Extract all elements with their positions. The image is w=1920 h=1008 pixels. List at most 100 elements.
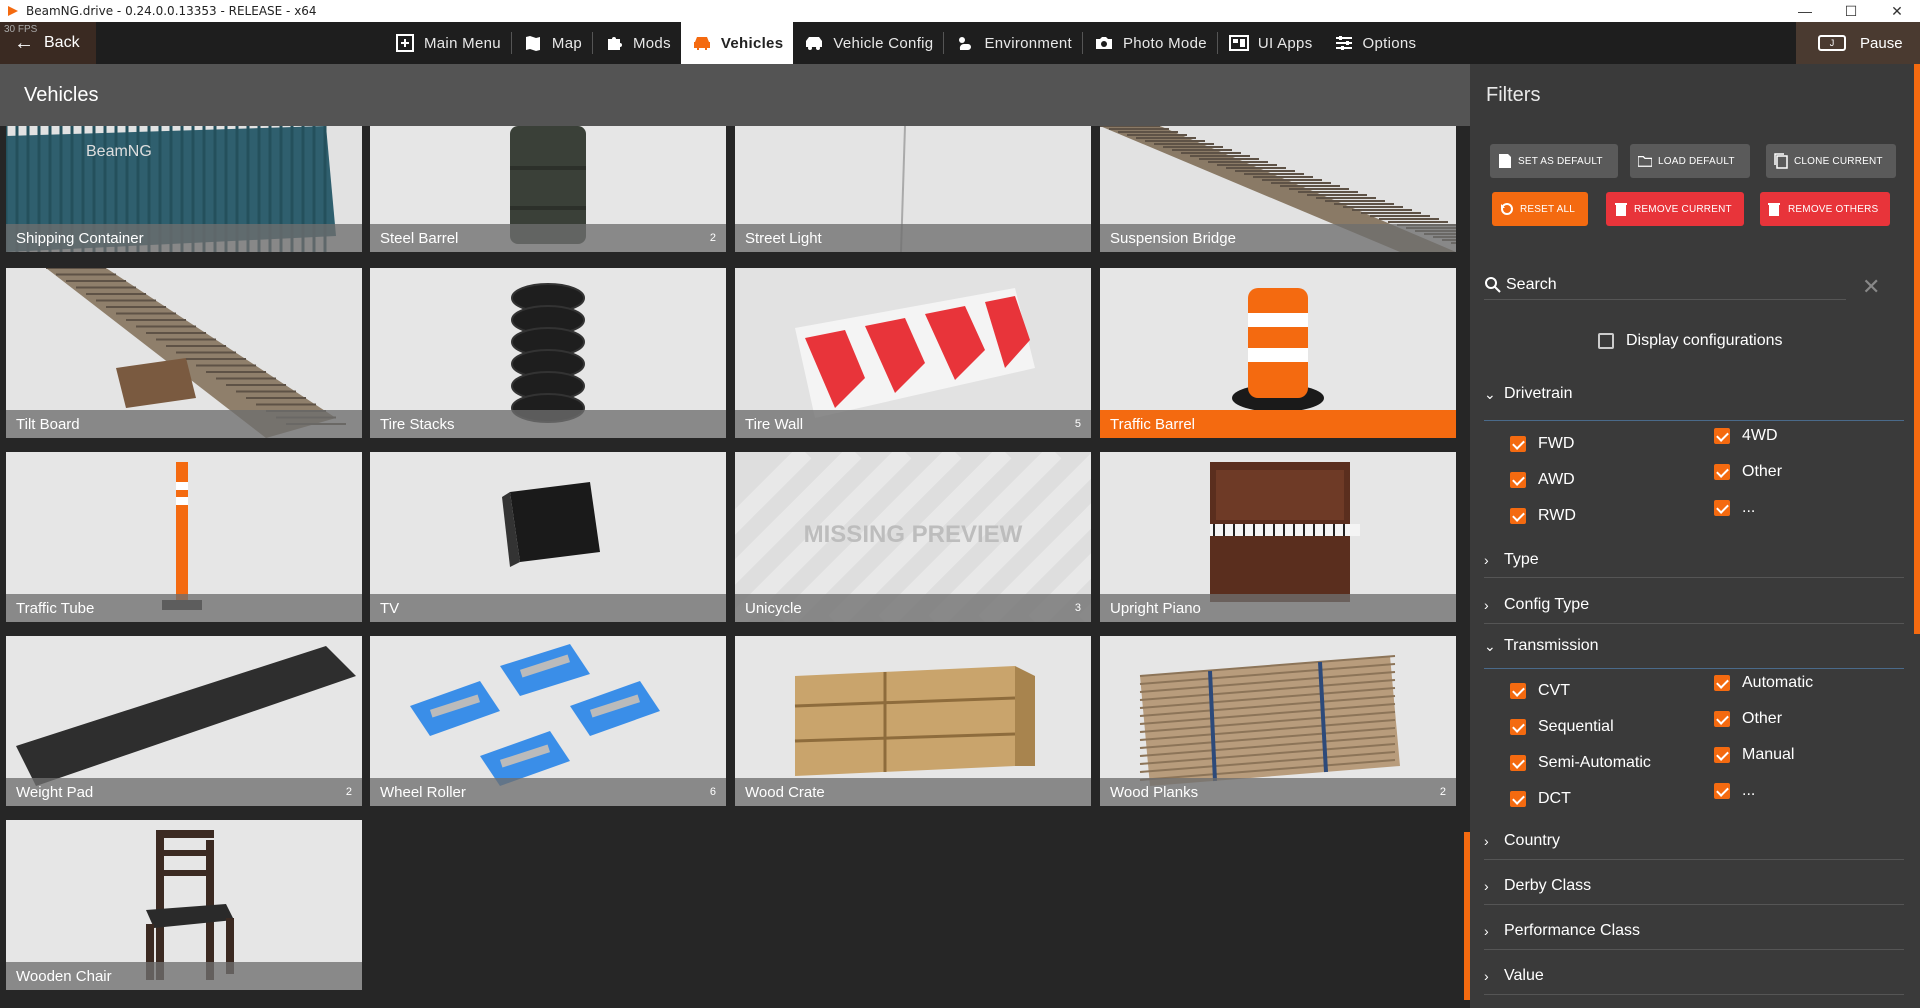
pause-button[interactable]: J Pause [1796,22,1920,64]
vehicle-tile[interactable]: BeamNG Shipping Container [6,126,362,252]
vehicle-tile[interactable]: Tire Stacks [370,268,726,438]
filter-cvt[interactable]: CVT [1510,682,1570,700]
section-divider [1484,668,1904,669]
checkbox[interactable] [1510,436,1526,452]
filter-drivetrain-other[interactable]: Other [1714,463,1782,481]
checkbox[interactable] [1714,711,1730,727]
section-type[interactable]: › Type [1484,542,1904,578]
filter-automatic[interactable]: Automatic [1714,674,1813,692]
chevron-down-icon: ⌄ [1484,385,1496,402]
vehicle-tile[interactable]: Traffic Barrel [1100,268,1456,438]
section-drivetrain[interactable]: ⌄ Drivetrain [1484,382,1904,406]
clone-current-button[interactable]: CLONE CURRENT [1766,144,1896,178]
clear-search-icon[interactable]: ✕ [1862,274,1880,300]
ui-apps-icon [1228,34,1250,52]
nav-map[interactable]: Map [512,22,592,64]
section-country[interactable]: › Country [1484,822,1904,860]
display-configurations-toggle[interactable]: Display configurations [1598,332,1783,350]
vehicle-name: Tire Wall [745,415,804,433]
vehicle-tile[interactable]: Upright Piano [1100,452,1456,622]
filter-4wd[interactable]: 4WD [1714,427,1778,445]
checkbox[interactable] [1714,428,1730,444]
checkbox[interactable] [1510,508,1526,524]
vehicle-tile[interactable]: Steel Barrel 2 [370,126,726,252]
maximize-button[interactable]: ☐ [1828,0,1874,22]
section-label: Value [1504,966,1544,984]
filter-transmission-more[interactable]: ... [1714,782,1755,800]
nav-ui-apps[interactable]: UI Apps [1218,22,1323,64]
nav-mods[interactable]: Mods [593,22,681,64]
checkbox[interactable] [1714,783,1730,799]
nav-options[interactable]: Options [1323,22,1427,64]
vehicle-tile[interactable]: Tilt Board [6,268,362,438]
nav-vehicles[interactable]: Vehicles [680,22,794,64]
filter-manual[interactable]: Manual [1714,746,1794,764]
nav-photo-mode[interactable]: Photo Mode [1083,22,1217,64]
vehicle-tile[interactable]: TV [370,452,726,622]
load-default-button[interactable]: LOAD DEFAULT [1630,144,1750,178]
vehicle-tile-label-bar: Upright Piano [1100,594,1456,622]
checkbox[interactable] [1714,500,1730,516]
vehicle-tile[interactable]: Wood Crate [735,636,1091,806]
vehicle-tile[interactable]: Weight Pad 2 [6,636,362,806]
filter-transmission-other[interactable]: Other [1714,710,1782,728]
checkbox[interactable] [1510,472,1526,488]
vehicle-tile[interactable]: Wooden Chair [6,820,362,990]
set-as-default-button[interactable]: SET AS DEFAULT [1490,144,1618,178]
section-derby-class[interactable]: › Derby Class [1484,867,1904,905]
vehicle-grid: BeamNG Shipping Container Steel Barrel 2 Str… [0,126,1470,1008]
nav-environment[interactable]: Environment [944,22,1082,64]
filter-fwd[interactable]: FWD [1510,435,1574,453]
nav-main-menu[interactable]: Main Menu [384,22,511,64]
checkbox[interactable] [1714,675,1730,691]
vehicle-tile[interactable]: Traffic Tube [6,452,362,622]
filter-drivetrain-more[interactable]: ... [1714,499,1755,517]
chevron-right-icon: › [1484,596,1489,613]
checkbox[interactable] [1714,464,1730,480]
vehicle-tile-label-bar: Weight Pad 2 [6,778,362,806]
option-label: Other [1742,463,1783,480]
nav-vehicle-config[interactable]: Vehicle Config [793,22,943,64]
filter-rwd[interactable]: RWD [1510,507,1576,525]
vehicle-tile[interactable]: MISSING PREVIEW Unicycle 3 [735,452,1091,622]
section-value[interactable]: › Value [1484,957,1904,995]
section-transmission[interactable]: ⌄ Transmission [1484,634,1904,658]
vehicle-name: Unicycle [745,599,802,617]
section-config-type[interactable]: › Config Type [1484,586,1904,624]
checkbox[interactable] [1598,333,1614,349]
filter-semi-automatic[interactable]: Semi-Automatic [1510,754,1651,772]
vehicle-tile-label-bar: Wood Planks 2 [1100,778,1456,806]
section-performance-class[interactable]: › Performance Class [1484,912,1904,950]
checkbox[interactable] [1714,747,1730,763]
nav-label: Environment [984,34,1072,52]
vehicle-tile[interactable]: Tire Wall 5 [735,268,1091,438]
vehicle-tile[interactable]: Wood Planks 2 [1100,636,1456,806]
vehicle-tile[interactable]: Wheel Roller 6 [370,636,726,806]
close-window-button[interactable]: ✕ [1874,0,1920,22]
vehicle-tile[interactable]: Street Light [735,126,1091,252]
remove-current-button[interactable]: REMOVE CURRENT [1606,192,1744,226]
weather-icon [954,34,976,52]
filters-scrollbar[interactable] [1914,64,1920,634]
config-count: 2 [1439,786,1446,798]
checkbox[interactable] [1510,719,1526,735]
vehicle-tile[interactable]: Suspension Bridge [1100,126,1456,252]
filter-dct[interactable]: DCT [1510,790,1571,808]
config-count: 2 [709,232,716,244]
remove-others-button[interactable]: REMOVE OTHERS [1760,192,1890,226]
checkbox[interactable] [1510,683,1526,699]
vehicle-tile-label-bar: Shipping Container [6,224,362,252]
reset-all-button[interactable]: RESET ALL [1492,192,1588,226]
nav-label: UI Apps [1257,34,1313,52]
vehicle-tile-label-bar: Wheel Roller 6 [370,778,726,806]
option-label: FWD [1538,435,1575,452]
filter-awd[interactable]: AWD [1510,471,1575,489]
minimize-button[interactable]: — [1782,0,1828,22]
fps-counter: 30 FPS [4,24,38,35]
checkbox[interactable] [1510,791,1526,807]
checkbox[interactable] [1510,755,1526,771]
search-input[interactable]: Search [1484,270,1846,300]
vehicles-panel-title: Vehicles [0,64,1470,126]
filter-sequential[interactable]: Sequential [1510,718,1614,736]
chevron-right-icon: › [1484,922,1489,939]
